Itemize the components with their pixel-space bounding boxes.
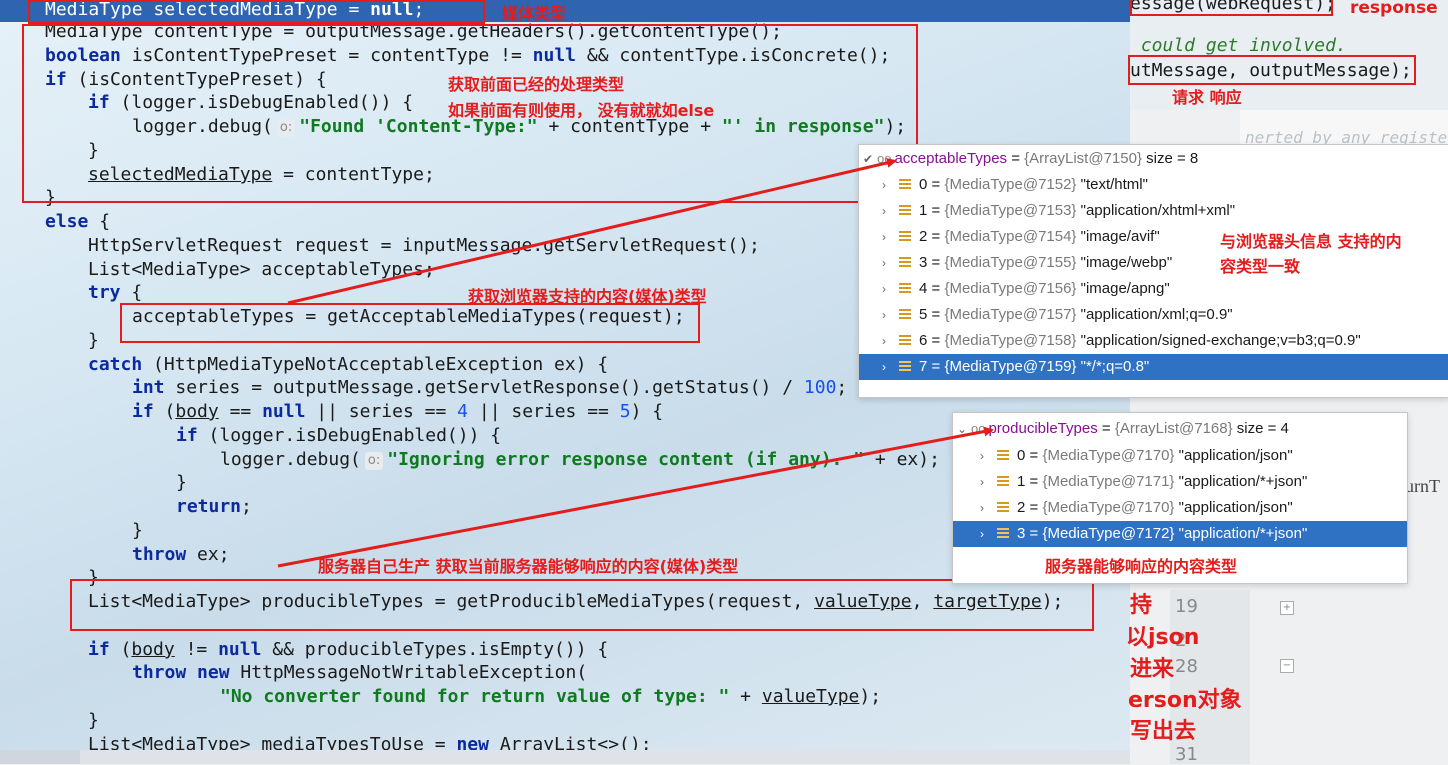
code-line-28: throw new HttpMessageNotWritableExceptio… (132, 662, 588, 683)
code-line-11: HttpServletRequest request = inputMessag… (88, 235, 760, 256)
chevron-right-icon: › (882, 282, 886, 296)
list-item-icon (899, 257, 911, 268)
chevron-right-icon: › (980, 527, 984, 541)
watch-glasses-icon: oo (971, 421, 986, 436)
chevron-right-icon: › (882, 256, 886, 270)
producible-item[interactable]: › 0 = {MediaType@7170} "application/json" (953, 443, 1407, 469)
acceptable-item[interactable]: › 6 = {MediaType@7158} "application/signe… (859, 328, 1448, 354)
code-line-24: throw ex; (132, 544, 230, 565)
list-item-icon (899, 179, 911, 190)
annotation-box-producible-types (70, 579, 1094, 631)
list-item-icon (899, 231, 911, 242)
acceptable-types-popup[interactable]: ✔ oo acceptableTypes = {ArrayList@7150} si… (858, 144, 1448, 398)
annotation-box-selected-media-type (28, 0, 485, 24)
note-side-5: 写出去 (1130, 719, 1197, 744)
code-line-29: "No converter found for return value of … (220, 686, 882, 707)
note-side-3: 进来 (1130, 657, 1175, 682)
acceptable-types-header[interactable]: ✔ oo acceptableTypes = {ArrayList@7150} si… (859, 146, 1198, 172)
code-line-27: if (body != null && producibleTypes.isEm… (88, 639, 609, 660)
note-match-header-2: 容类型一致 (1220, 257, 1301, 276)
chevron-right-icon: › (980, 475, 984, 489)
list-item-icon (899, 205, 911, 216)
producible-item[interactable]: › 1 = {MediaType@7171} "application/*+jso… (953, 469, 1407, 495)
line-number: 31 (1175, 744, 1198, 765)
code-line-20: logger.debug(o: "Ignoring error response … (220, 449, 940, 470)
line-number: 28 (1175, 656, 1198, 677)
list-item-icon (997, 450, 1009, 461)
note-get-prev: 获取前面已经的处理类型 (448, 75, 625, 94)
chevron-right-icon: › (882, 334, 886, 348)
line-number: 19 (1175, 596, 1198, 617)
chevron-down-icon[interactable]: ⌄ (953, 416, 971, 442)
chevron-right-icon: › (882, 308, 886, 322)
code-line-10: else { (45, 211, 111, 232)
note-match-header-1: 与浏览器头信息 支持的内 (1220, 232, 1402, 251)
note-use-if: 如果前面有则使用， 没有就就如else (448, 101, 715, 120)
note-request-response: 请求 响应 (1172, 88, 1242, 107)
list-item-icon (997, 476, 1009, 487)
note-side-1: 持 (1130, 593, 1153, 618)
producible-types-header[interactable]: ⌄ oo producibleTypes = {ArrayList@7168} si… (953, 416, 1289, 442)
code-line-31: List<MediaType> mediaTypesToUse = new Ar… (88, 734, 652, 750)
chevron-right-icon: › (980, 449, 984, 463)
acceptable-item-selected[interactable]: › 7 = {MediaType@7159} "*/*;q=0.8" (859, 354, 1448, 380)
code-line-22: return; (176, 496, 252, 517)
fold-collapse-icon[interactable]: − (1280, 659, 1294, 673)
list-item-icon (899, 309, 911, 320)
list-item-icon (997, 502, 1009, 513)
note-side-4: erson对象 (1128, 688, 1242, 713)
producible-item-selected[interactable]: › 3 = {MediaType@7172} "application/*+jso… (953, 521, 1407, 547)
acceptable-item[interactable]: › 1 = {MediaType@7153} "application/xhtml… (859, 198, 1448, 224)
note-browser-types: 获取浏览器支持的内容(媒体)类型 (468, 287, 707, 306)
note-side-2: 以json (1126, 625, 1200, 650)
chevron-right-icon: › (980, 501, 984, 515)
code-line-21: } (176, 472, 187, 493)
chevron-right-icon: › (882, 230, 886, 244)
acceptable-item[interactable]: › 5 = {MediaType@7157} "application/xml;q… (859, 302, 1448, 328)
note-server-types: 服务器能够响应的内容类型 (1045, 557, 1238, 576)
acceptable-item[interactable]: › 0 = {MediaType@7152} "text/html" (859, 172, 1448, 198)
code-line-18: if (body == null || series == 4 || serie… (132, 401, 664, 422)
chevron-right-icon: › (882, 360, 886, 374)
code-line-12: List<MediaType> acceptableTypes; (88, 259, 435, 280)
code-line-17: int series = outputMessage.getServletRes… (132, 377, 848, 398)
code-line-15: } (88, 330, 99, 351)
list-item-icon (899, 361, 911, 372)
editor-bottom-bar (0, 750, 1130, 764)
fold-expand-icon[interactable]: + (1280, 601, 1294, 615)
code-line-30: } (88, 710, 99, 731)
note-media-type: 媒体类型 (502, 4, 567, 23)
chevron-right-icon: › (882, 204, 886, 218)
code-line-19: if (logger.isDebugEnabled()) { (176, 425, 502, 446)
param-hint: o: (364, 452, 384, 470)
producible-types-popup[interactable]: ⌄ oo producibleTypes = {ArrayList@7168} si… (952, 412, 1408, 584)
note-server-produce: 服务器自己生产 获取当前服务器能够响应的内容(媒体)类型 (318, 557, 739, 576)
list-item-icon (997, 528, 1009, 539)
code-line-16: catch (HttpMediaTypeNotAcceptableExcepti… (88, 354, 609, 375)
code-line-13: try { (88, 282, 143, 303)
acceptable-item[interactable]: › 4 = {MediaType@7156} "image/apng" (859, 276, 1448, 302)
producible-item[interactable]: › 2 = {MediaType@7170} "application/json" (953, 495, 1407, 521)
chevron-down-icon[interactable]: ✔ (859, 146, 877, 172)
code-line-23: } (132, 520, 143, 541)
watch-glasses-icon: oo (877, 151, 892, 166)
list-item-icon (899, 335, 911, 346)
annotation-box-bg-handler (1130, 0, 1333, 16)
list-item-icon (899, 283, 911, 294)
annotation-box-bg-write (1128, 55, 1416, 85)
acceptable-item[interactable]: › 3 = {MediaType@7155} "image/webp" (859, 250, 1448, 276)
note-response: response (1350, 0, 1438, 18)
chevron-right-icon: › (882, 178, 886, 192)
gutter-strip (0, 750, 80, 764)
annotation-box-acceptable-types (120, 303, 700, 343)
